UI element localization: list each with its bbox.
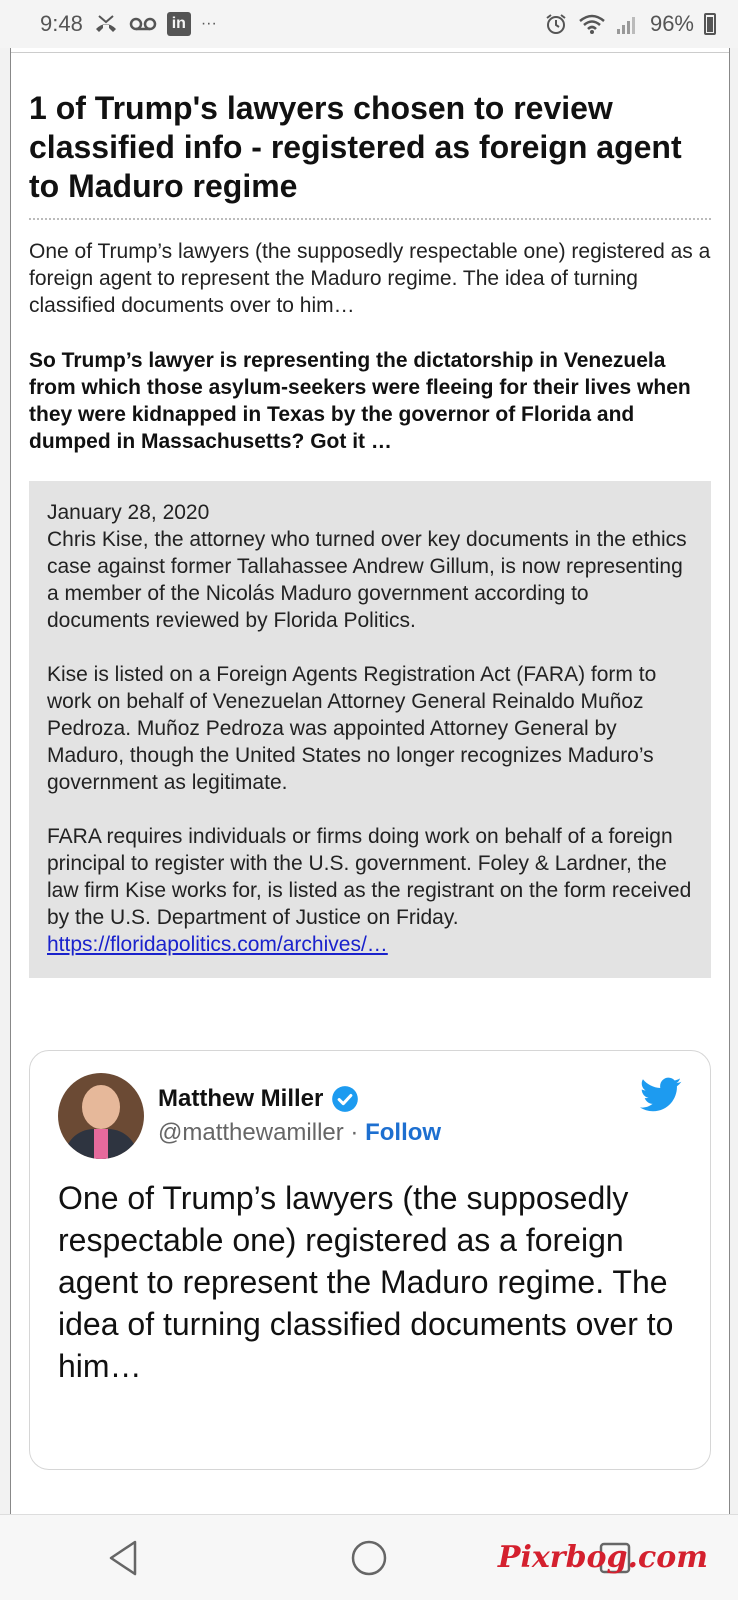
excerpt-paragraph-3: FARA requires individuals or firms doing… <box>47 825 692 929</box>
verified-badge-icon <box>332 1086 359 1112</box>
handle-separator: · <box>343 1119 366 1146</box>
status-bar: 9:48 in ··· 96% <box>0 0 738 48</box>
avatar[interactable] <box>58 1073 144 1159</box>
source-link[interactable]: https://floridapolitics.com/archives/… <box>47 933 388 956</box>
excerpt-date: January 28, 2020 <box>47 501 210 524</box>
article-title: 1 of Trump's lawyers chosen to review cl… <box>29 90 682 204</box>
watermark-logo: Pixrbog.com <box>497 1540 708 1575</box>
battery-icon <box>704 13 716 35</box>
tweet-text: One of Trump’s lawyers (the supposedly r… <box>58 1180 674 1384</box>
title-divider <box>29 218 711 220</box>
follow-button[interactable]: Follow <box>365 1119 441 1146</box>
status-bar-left: 9:48 in ··· <box>40 11 217 37</box>
home-button[interactable] <box>339 1528 399 1588</box>
twitter-bird-icon[interactable] <box>640 1077 682 1113</box>
avatar-face <box>82 1085 120 1129</box>
wifi-icon <box>578 13 606 35</box>
back-triangle-icon <box>109 1540 137 1575</box>
excerpt-date-and-lead: January 28, 2020 Chris Kise, the attorne… <box>47 499 693 634</box>
linkedin-icon: in <box>166 12 191 36</box>
author-handle[interactable]: @matthewamiller <box>158 1119 344 1146</box>
excerpt-paragraph-2: Kise is listed on a Foreign Agents Regis… <box>47 663 657 794</box>
alarm-icon <box>544 12 568 36</box>
quoted-excerpt: January 28, 2020 Chris Kise, the attorne… <box>29 481 711 978</box>
status-bar-right: 96% <box>544 11 716 37</box>
embedded-tweet[interactable]: Matthew Miller @matthewamiller · Follow … <box>29 1050 711 1470</box>
battery-percent: 96% <box>649 11 694 36</box>
tweet-author: Matthew Miller @matthewamiller · Follow <box>158 1085 441 1147</box>
previous-content-edge <box>11 48 729 53</box>
article-page: 1 of Trump's lawyers chosen to review cl… <box>10 48 730 1514</box>
missed-call-icon <box>93 13 119 35</box>
article-content: 1 of Trump's lawyers chosen to review cl… <box>11 89 729 1470</box>
clock: 9:48 <box>40 11 83 36</box>
signal-icon <box>616 13 640 35</box>
article-intro: One of Trump’s lawyers (the supposedly r… <box>29 240 711 317</box>
voicemail-icon <box>129 15 157 33</box>
back-button[interactable] <box>93 1528 153 1588</box>
excerpt-paragraph-3-wrap: FARA requires individuals or firms doing… <box>47 823 693 958</box>
excerpt-paragraph-1: Chris Kise, the attorney who turned over… <box>47 528 687 632</box>
avatar-tie <box>94 1129 108 1159</box>
author-handle-row: @matthewamiller · Follow <box>158 1119 441 1147</box>
home-circle-icon <box>351 1540 387 1575</box>
article-commentary: So Trump’s lawyer is representing the di… <box>29 349 691 453</box>
tweet-header: Matthew Miller @matthewamiller · Follow <box>58 1073 682 1159</box>
author-name-row: Matthew Miller <box>158 1085 441 1113</box>
more-notifications-icon: ··· <box>200 15 217 32</box>
author-name[interactable]: Matthew Miller <box>158 1085 323 1113</box>
